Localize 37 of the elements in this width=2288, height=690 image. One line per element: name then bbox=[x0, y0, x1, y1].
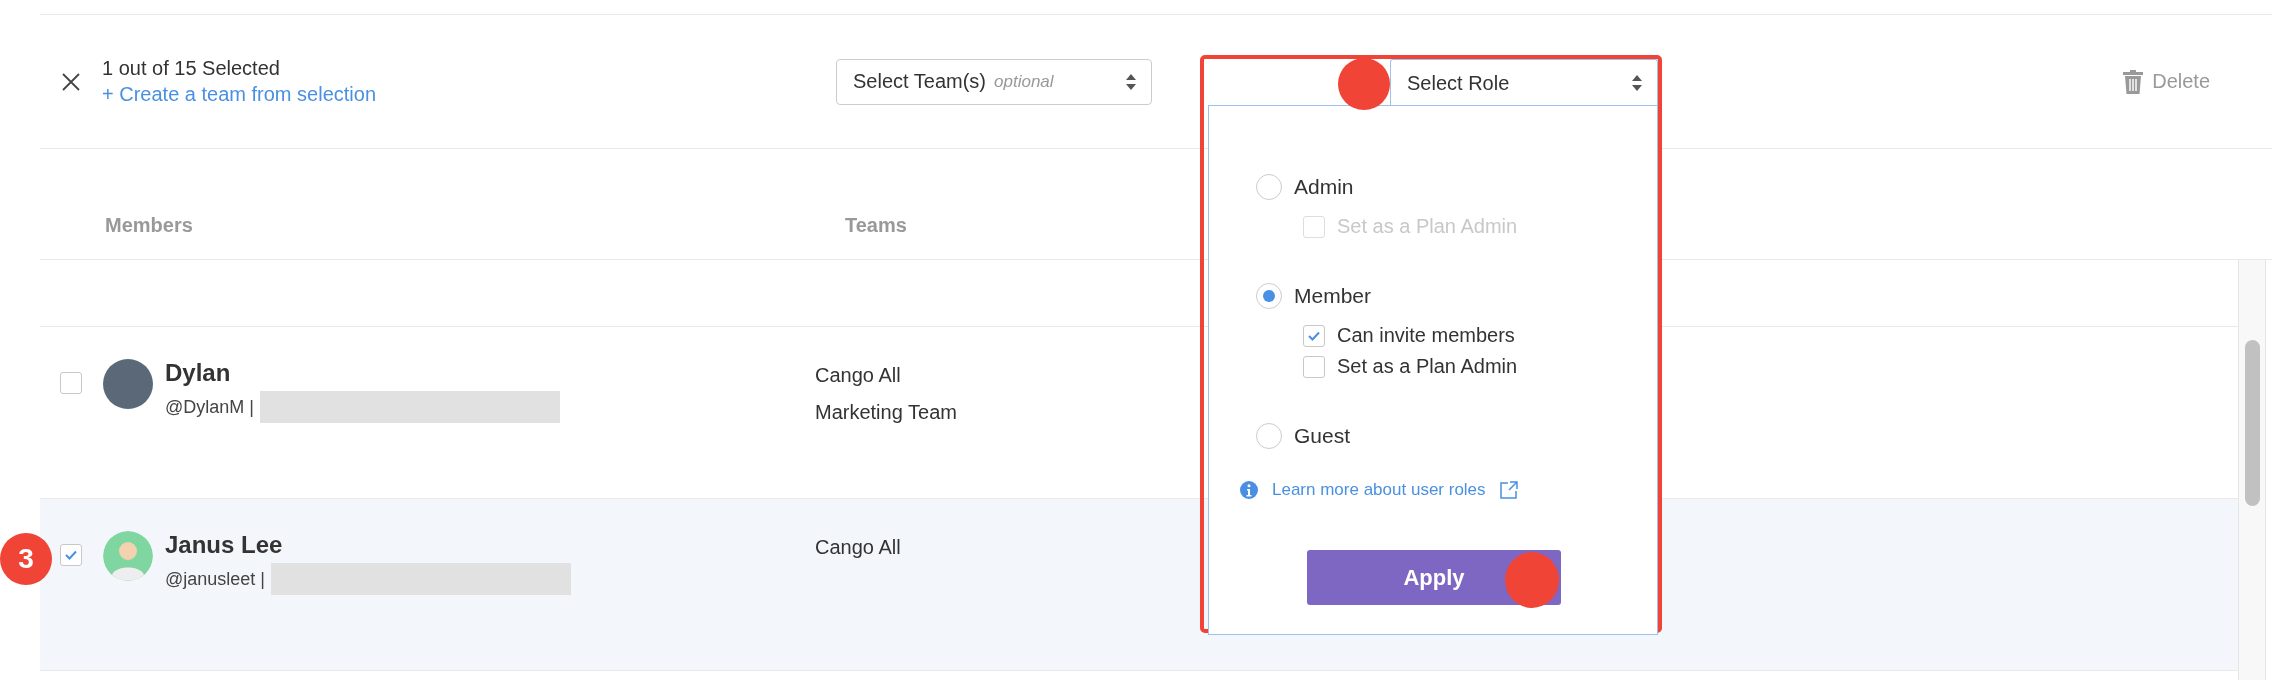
close-icon bbox=[61, 71, 81, 92]
check-icon bbox=[65, 550, 77, 560]
sort-arrows-icon bbox=[1631, 73, 1643, 93]
radio-button[interactable] bbox=[1256, 283, 1282, 309]
scrollbar[interactable] bbox=[2238, 260, 2266, 680]
radio-button[interactable] bbox=[1256, 174, 1282, 200]
selection-count: 1 out of 15 Selected bbox=[102, 57, 281, 80]
column-header: Members bbox=[104, 214, 194, 237]
scrollbar-thumb[interactable] bbox=[2245, 340, 2260, 506]
row-checkbox[interactable] bbox=[60, 544, 82, 566]
checkbox[interactable] bbox=[1303, 355, 1325, 378]
permission-option[interactable]: Can invite members bbox=[1303, 324, 1657, 347]
radio-button[interactable] bbox=[1256, 423, 1282, 449]
member-handle: @DylanM | bbox=[165, 396, 254, 418]
member-name: Dylan bbox=[165, 359, 232, 387]
team-name: Cango All bbox=[815, 536, 901, 559]
avatar-icon bbox=[103, 531, 153, 581]
info-icon bbox=[1240, 481, 1258, 499]
step-badge: 3 bbox=[0, 533, 52, 585]
role-option[interactable]: Guest bbox=[1256, 422, 1657, 450]
avatar-photo-placeholder bbox=[103, 359, 153, 409]
external-link-icon bbox=[1499, 481, 1518, 499]
team-name: Cango All bbox=[815, 364, 902, 387]
close-button[interactable] bbox=[60, 70, 82, 93]
team-name: Marketing Team bbox=[815, 401, 957, 424]
role-option[interactable]: Admin bbox=[1256, 173, 1657, 201]
row-checkbox[interactable] bbox=[60, 372, 82, 394]
member-handle: @janusleet | bbox=[165, 568, 265, 590]
check-icon bbox=[1308, 330, 1320, 341]
role-option[interactable]: Member bbox=[1256, 282, 1657, 310]
checkbox[interactable] bbox=[1303, 324, 1325, 347]
trash-icon bbox=[2122, 68, 2145, 95]
role-select[interactable]: Select Role bbox=[1390, 59, 1658, 106]
permission-option[interactable]: Set as a Plan Admin bbox=[1303, 355, 1657, 378]
member-name: Janus Lee bbox=[165, 531, 284, 559]
column-header: Teams bbox=[845, 214, 907, 237]
team-select[interactable]: Select Team(s) optional bbox=[836, 58, 1152, 105]
